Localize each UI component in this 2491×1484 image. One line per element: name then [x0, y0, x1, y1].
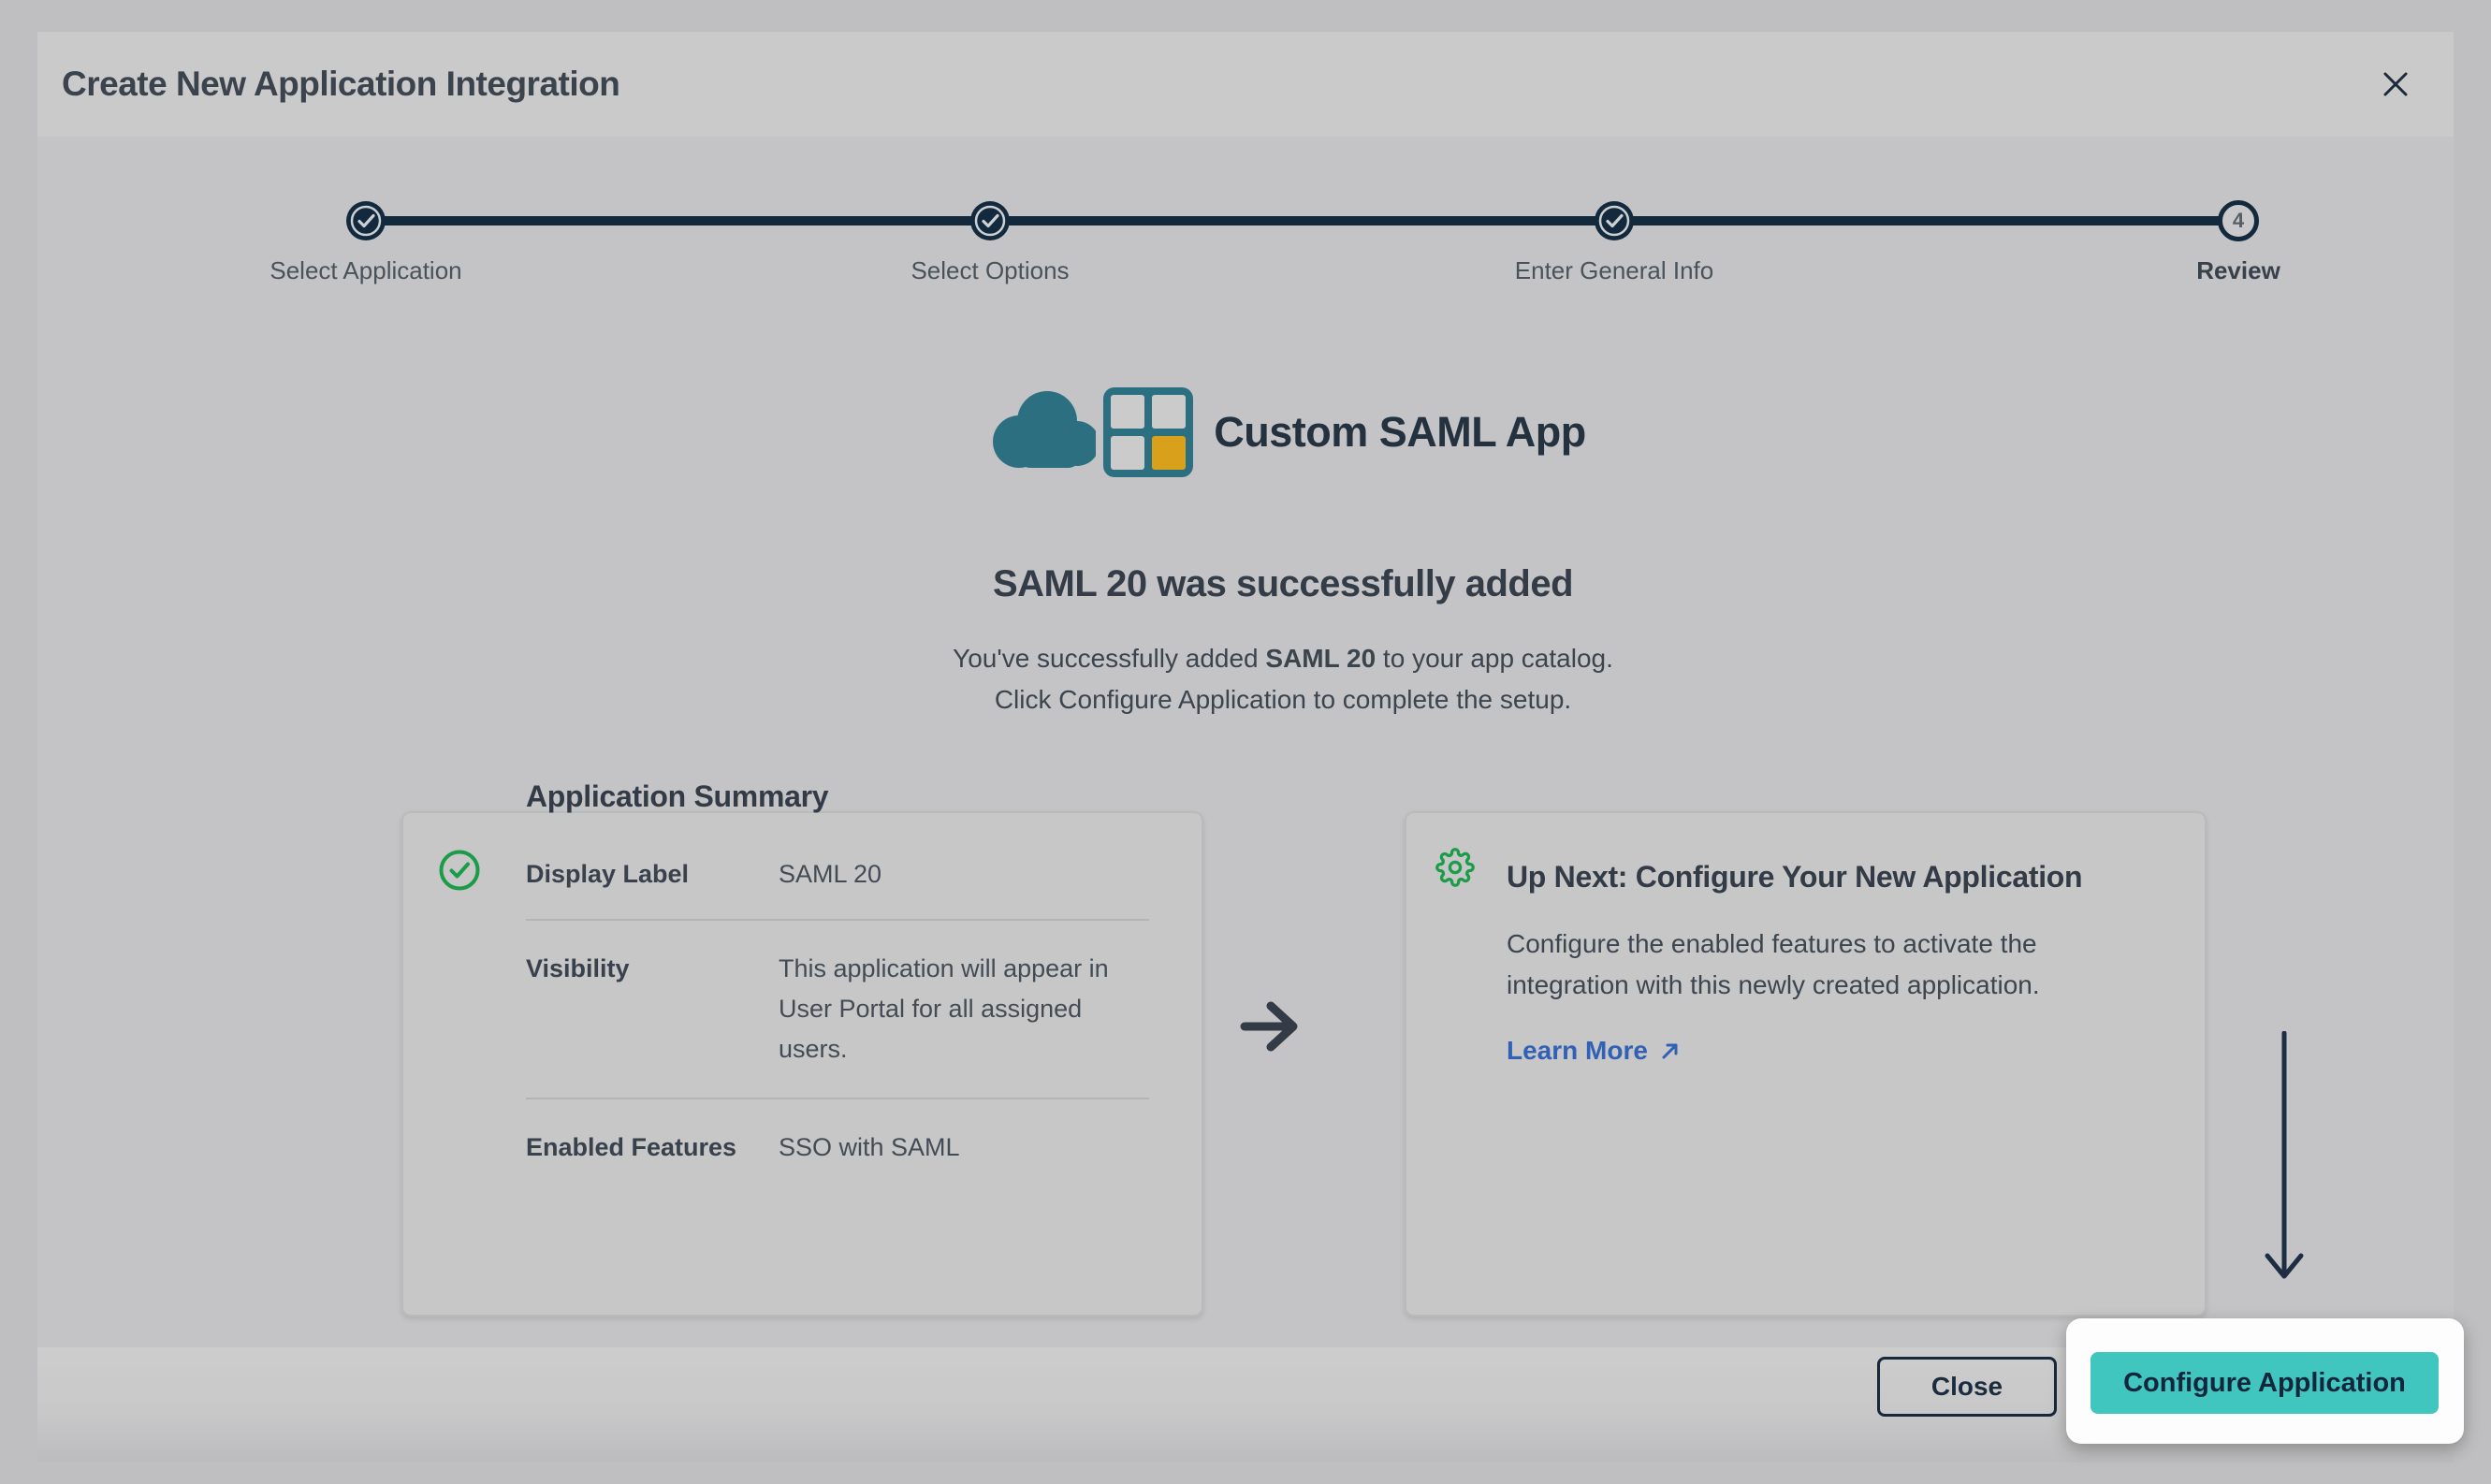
success-subtext: You've successfully added SAML 20 to you… — [37, 638, 2491, 720]
modal-header: Create New Application Integration — [37, 32, 2454, 137]
step-2-check-circle-icon — [969, 200, 1011, 241]
x-icon — [2380, 68, 2411, 100]
app-logo: Custom SAML App — [37, 386, 2491, 479]
up-next-card: Up Next: Configure Your New Application … — [1405, 811, 2207, 1317]
arrow-right-icon — [1239, 997, 1301, 1060]
step-label-enter-general-info: Enter General Info — [1427, 256, 1801, 285]
step-1-check-circle-icon — [345, 200, 386, 241]
summary-row-visibility: Visibility This application will appear … — [526, 919, 1149, 1098]
row-value: SSO with SAML — [779, 1128, 1149, 1168]
success-line1-prefix: You've successfully added — [953, 644, 1265, 673]
step-4-number-circle: 4 — [2218, 200, 2259, 241]
row-value: This application will appear in User Por… — [779, 949, 1149, 1069]
external-link-icon — [1659, 1040, 1682, 1062]
step-label-select-application: Select Application — [179, 256, 553, 285]
application-summary-card: Application Summary Display Label SAML 2… — [401, 811, 1203, 1317]
learn-more-label: Learn More — [1507, 1036, 1648, 1066]
success-line2: Click Configure Application to complete … — [995, 685, 1571, 714]
tour-spotlight: Configure Application — [2066, 1318, 2464, 1444]
create-application-modal: Create New Application Integration 4 — [37, 32, 2454, 1441]
configure-application-button[interactable]: Configure Application — [2090, 1352, 2439, 1414]
arrow-down-icon — [2263, 1031, 2306, 1300]
cloud-icon — [980, 386, 1120, 479]
summary-row-enabled-features: Enabled Features SSO with SAML — [526, 1098, 1149, 1168]
gear-icon — [1435, 848, 1475, 887]
next-card-body: Configure the enabled features to activa… — [1507, 924, 2139, 1006]
modal-title: Create New Application Integration — [62, 65, 619, 104]
row-label: Display Label — [526, 854, 779, 895]
grid-icon — [1103, 387, 1193, 477]
summary-card-title: Application Summary — [526, 776, 1149, 817]
step-4-number: 4 — [2233, 209, 2244, 233]
summary-row-display-label: Display Label SAML 20 — [526, 854, 1149, 919]
success-check-icon — [438, 849, 481, 892]
row-label: Enabled Features — [526, 1128, 779, 1168]
success-line1-appname: SAML 20 — [1265, 644, 1376, 673]
close-icon[interactable] — [2375, 64, 2416, 105]
next-card-title: Up Next: Configure Your New Application — [1507, 856, 2087, 897]
step-label-review: Review — [2051, 256, 2425, 285]
step-3-check-circle-icon — [1594, 200, 1635, 241]
stepper-progress-line — [366, 216, 2238, 226]
learn-more-link[interactable]: Learn More — [1507, 1036, 1682, 1066]
row-value: SAML 20 — [779, 854, 1149, 895]
success-heading: SAML 20 was successfully added — [37, 563, 2491, 605]
success-line1-suffix: to your app catalog. — [1376, 644, 1613, 673]
app-logo-text: Custom SAML App — [1214, 408, 1585, 457]
row-label: Visibility — [526, 949, 779, 1069]
grid-accent-cell — [1152, 436, 1186, 470]
close-button[interactable]: Close — [1877, 1357, 2057, 1417]
step-label-select-options: Select Options — [803, 256, 1177, 285]
